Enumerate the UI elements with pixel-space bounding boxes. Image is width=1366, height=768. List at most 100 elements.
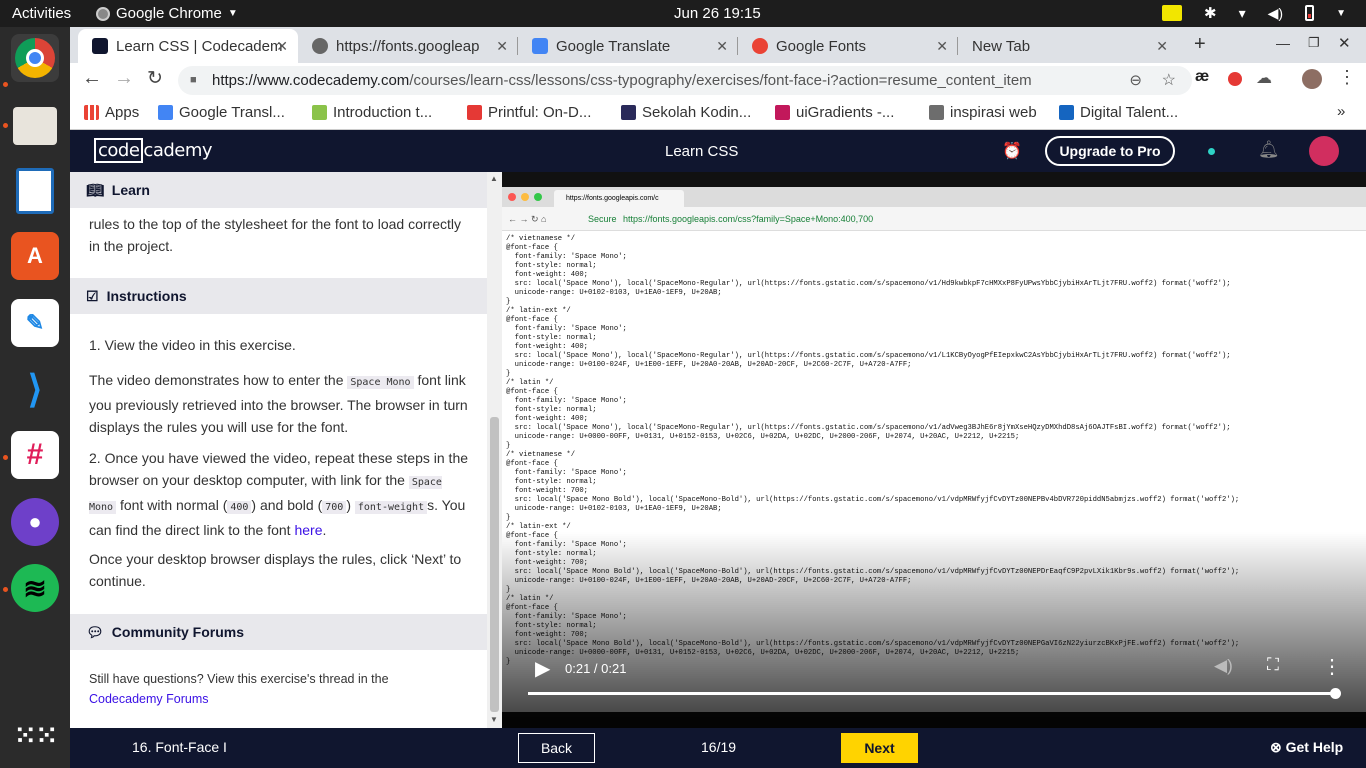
- close-icon[interactable]: ✕: [276, 38, 288, 55]
- inner-tab-strip: https://fonts.googleapis.com/c: [502, 187, 1366, 207]
- close-icon[interactable]: ✕: [716, 38, 728, 55]
- running-indicator: [3, 123, 8, 128]
- tab-codecademy[interactable]: Learn CSS | Codecadem ✕: [78, 29, 298, 63]
- codecademy-logo[interactable]: code cademy: [94, 138, 213, 163]
- chrome-icon[interactable]: [11, 34, 59, 82]
- forward-arrow-icon[interactable]: →: [114, 67, 134, 90]
- app-menu[interactable]: Google Chrome ▼: [96, 5, 238, 22]
- fullscreen-icon[interactable]: ⛶: [1267, 655, 1279, 675]
- address-bar[interactable]: ■ https://www.codecademy.com/courses/lea…: [178, 66, 1192, 95]
- writer-icon[interactable]: [11, 167, 59, 215]
- upgrade-to-pro-button[interactable]: Upgrade to Pro: [1045, 136, 1175, 166]
- status-dot-icon: [1208, 148, 1215, 155]
- font-direct-link[interactable]: here: [294, 522, 322, 538]
- bookmark-introduction[interactable]: Introduction t...: [312, 104, 432, 121]
- extension-record-icon[interactable]: [1228, 72, 1242, 86]
- lock-icon: ■: [190, 74, 197, 86]
- tab-fonts-googleapis[interactable]: https://fonts.googleap ✕: [298, 29, 518, 63]
- show-apps-icon[interactable]: ⁙⁙: [11, 711, 59, 759]
- bookmark-favicon: [775, 105, 790, 120]
- tab-google-fonts[interactable]: Google Fonts ✕: [738, 29, 958, 63]
- community-forums-header[interactable]: 💬︎ Community Forums: [70, 614, 487, 650]
- reload-icon[interactable]: ↻: [147, 67, 163, 90]
- battery-icon[interactable]: [1305, 5, 1315, 21]
- user-avatar[interactable]: [1309, 136, 1339, 166]
- profile-avatar[interactable]: [1302, 69, 1322, 89]
- video-progress-knob[interactable]: [1330, 688, 1341, 699]
- slack-icon[interactable]: #: [11, 431, 59, 479]
- close-icon[interactable]: ✕: [936, 38, 948, 55]
- tab-label: Learn CSS | Codecadem: [116, 37, 283, 55]
- menu-dots-icon[interactable]: ⋮: [1338, 67, 1356, 88]
- volume-muted-icon[interactable]: ◀): [1214, 656, 1233, 676]
- chrome-small-icon: [96, 6, 110, 21]
- inline-code: 400: [227, 501, 252, 514]
- maximize-icon[interactable]: ❐: [1308, 35, 1320, 51]
- next-button[interactable]: Next: [841, 733, 918, 763]
- video-progress-bar[interactable]: [528, 692, 1336, 695]
- play-icon[interactable]: ▶: [535, 656, 550, 681]
- bookmark-printful[interactable]: Printful: On-D...: [467, 104, 591, 121]
- get-help-button[interactable]: ⊗ Get Help: [1270, 739, 1343, 756]
- instructions-section-header[interactable]: ☑ Instructions: [70, 278, 487, 314]
- video-player[interactable]: https://fonts.googleapis.com/c ← → ↻ ⌂ S…: [502, 172, 1366, 728]
- more-options-icon[interactable]: ⋮: [1322, 654, 1342, 679]
- back-arrow-icon[interactable]: ←: [82, 67, 102, 90]
- bookmark-inspirasi-web[interactable]: inspirasi web: [929, 104, 1037, 121]
- close-icon[interactable]: ✕: [1156, 38, 1168, 55]
- github-icon[interactable]: ●: [11, 498, 59, 546]
- traffic-lights: [508, 193, 542, 201]
- text-run: ): [346, 497, 355, 513]
- slack-tray-icon[interactable]: ✱: [1204, 4, 1217, 22]
- close-window-icon[interactable]: ✕: [1338, 34, 1351, 52]
- caret-down-icon: ▼: [227, 8, 238, 19]
- vscode-icon[interactable]: ⟩: [11, 365, 59, 413]
- minimize-icon[interactable]: —: [1276, 35, 1290, 51]
- wifi-icon[interactable]: ▾: [1239, 5, 1246, 22]
- bookmark-digital-talent[interactable]: Digital Talent...: [1059, 104, 1178, 121]
- new-tab-plus-icon[interactable]: +: [1194, 33, 1206, 56]
- caret-down-icon[interactable]: ▼: [1336, 8, 1346, 19]
- text-editor-icon[interactable]: ✎: [11, 299, 59, 347]
- volume-icon[interactable]: ◀): [1268, 5, 1283, 22]
- spotify-icon[interactable]: ≋: [11, 564, 59, 612]
- url-path: /courses/learn-css/lessons/css-typograph…: [409, 72, 1032, 89]
- activities-button[interactable]: Activities: [12, 5, 71, 22]
- scroll-down-icon[interactable]: ▼: [490, 715, 498, 724]
- notes-icon[interactable]: [1162, 5, 1183, 21]
- software-center-icon[interactable]: A: [11, 232, 59, 280]
- zoom-icon[interactable]: ⊖: [1129, 66, 1142, 95]
- tab-new-tab[interactable]: New Tab ✕: [958, 29, 1178, 63]
- lesson-scrollbar[interactable]: ▲ ▼: [487, 172, 502, 728]
- close-icon[interactable]: ✕: [496, 38, 508, 55]
- files-icon[interactable]: [11, 102, 59, 150]
- extension-cloud-icon[interactable]: ☁: [1256, 68, 1272, 88]
- back-button[interactable]: Back: [518, 733, 595, 763]
- bookmark-apps[interactable]: Apps: [84, 104, 139, 121]
- instruction-paragraph-1: The video demonstrates how to enter the …: [89, 369, 474, 438]
- forums-link[interactable]: Codecademy Forums: [89, 692, 209, 706]
- lesson-name[interactable]: 16. Font-Face I: [132, 739, 227, 755]
- bookmark-sekolah-koding[interactable]: Sekolah Kodin...: [621, 104, 751, 121]
- running-indicator: [3, 587, 8, 592]
- running-indicator: [3, 82, 8, 87]
- bell-icon[interactable]: 🔔︎: [1258, 140, 1280, 160]
- star-icon[interactable]: ☆: [1162, 66, 1176, 95]
- more-bookmarks-icon[interactable]: »: [1337, 103, 1345, 120]
- browser-chrome: Learn CSS | Codecadem ✕ https://fonts.go…: [70, 27, 1366, 130]
- inner-nav-icons: ← → ↻ ⌂: [508, 214, 547, 224]
- bookmark-label: Digital Talent...: [1080, 104, 1179, 121]
- tab-google-translate[interactable]: Google Translate ✕: [518, 29, 738, 63]
- bookmark-google-translate[interactable]: Google Transl...: [158, 104, 285, 121]
- clock[interactable]: Jun 26 19:15: [674, 5, 761, 22]
- tab-label: https://fonts.googleap: [336, 37, 480, 55]
- scroll-up-icon[interactable]: ▲: [490, 174, 498, 183]
- alarm-icon[interactable]: ⏰: [1002, 141, 1022, 161]
- system-tray[interactable]: ✱ ▾ ◀) ▼: [1162, 4, 1346, 22]
- learn-section-header[interactable]: 📖︎ Learn: [70, 172, 487, 208]
- bookmark-uigradients[interactable]: uiGradients -...: [775, 104, 894, 121]
- extension-ae-icon[interactable]: æ: [1195, 68, 1209, 86]
- lesson-footer: 16. Font-Face I Back 16/19 Next ⊗ Get He…: [70, 728, 1366, 768]
- instruction-paragraph-3: Once your desktop browser displays the r…: [89, 551, 462, 589]
- scrollbar-thumb[interactable]: [490, 417, 499, 712]
